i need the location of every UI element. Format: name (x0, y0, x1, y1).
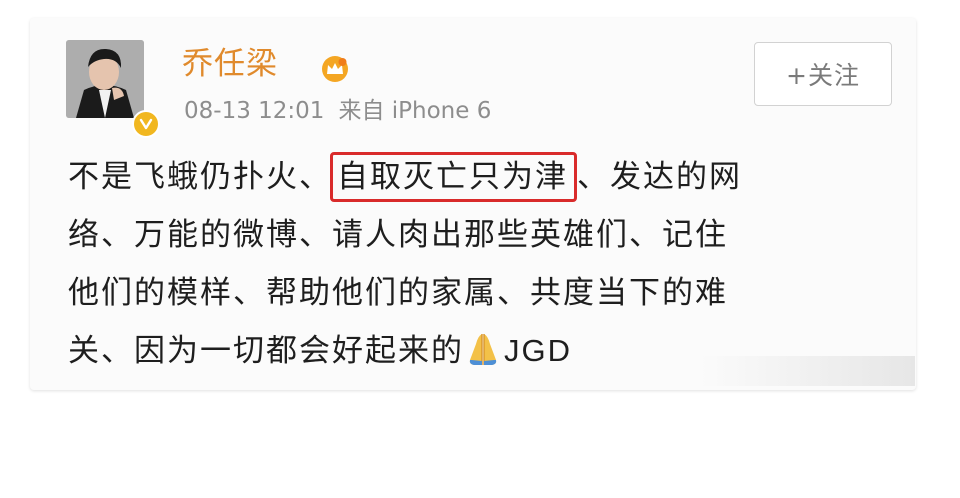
follow-button[interactable]: +关注 (754, 42, 892, 106)
highlight-box: 自取灭亡只为津 (330, 152, 577, 202)
content-text: 、发达的网 (577, 159, 742, 195)
author-name[interactable]: 乔任梁 (182, 44, 278, 84)
content-line-1: 不是飞蛾仍扑火、 自取灭亡只为津 、发达的网 (68, 148, 898, 206)
content-line-3: 他们的模样、帮助他们的家属、共度当下的难 (68, 275, 728, 311)
folded-hands-icon (469, 334, 497, 365)
crown-icon[interactable] (320, 54, 350, 84)
verified-badge-icon (132, 110, 160, 138)
avatar-image (66, 40, 144, 118)
signature-text: JGD (504, 333, 572, 368)
post-meta: 08-13 12:01 来自 iPhone 6 (184, 96, 491, 126)
avatar[interactable] (66, 40, 144, 118)
post-timestamp[interactable]: 08-13 12:01 (184, 98, 324, 124)
content-text: 不是飞蛾仍扑火、 (68, 159, 332, 195)
shadow-fade (700, 356, 915, 386)
weibo-post-card: 乔任梁 08-13 12:01 来自 iPhone 6 +关注 不是飞蛾仍扑火、自… (30, 18, 916, 390)
content-text: 关、因为一切都会好起来的 (68, 333, 464, 369)
post-content: 不是飞蛾仍扑火、 自取灭亡只为津 、发达的网 络、万能的微博、请人肉出那些英雄们、记… (68, 148, 898, 380)
post-source: 来自 iPhone 6 (338, 98, 492, 124)
content-line-2: 络、万能的微博、请人肉出那些英雄们、记住 (68, 217, 728, 253)
